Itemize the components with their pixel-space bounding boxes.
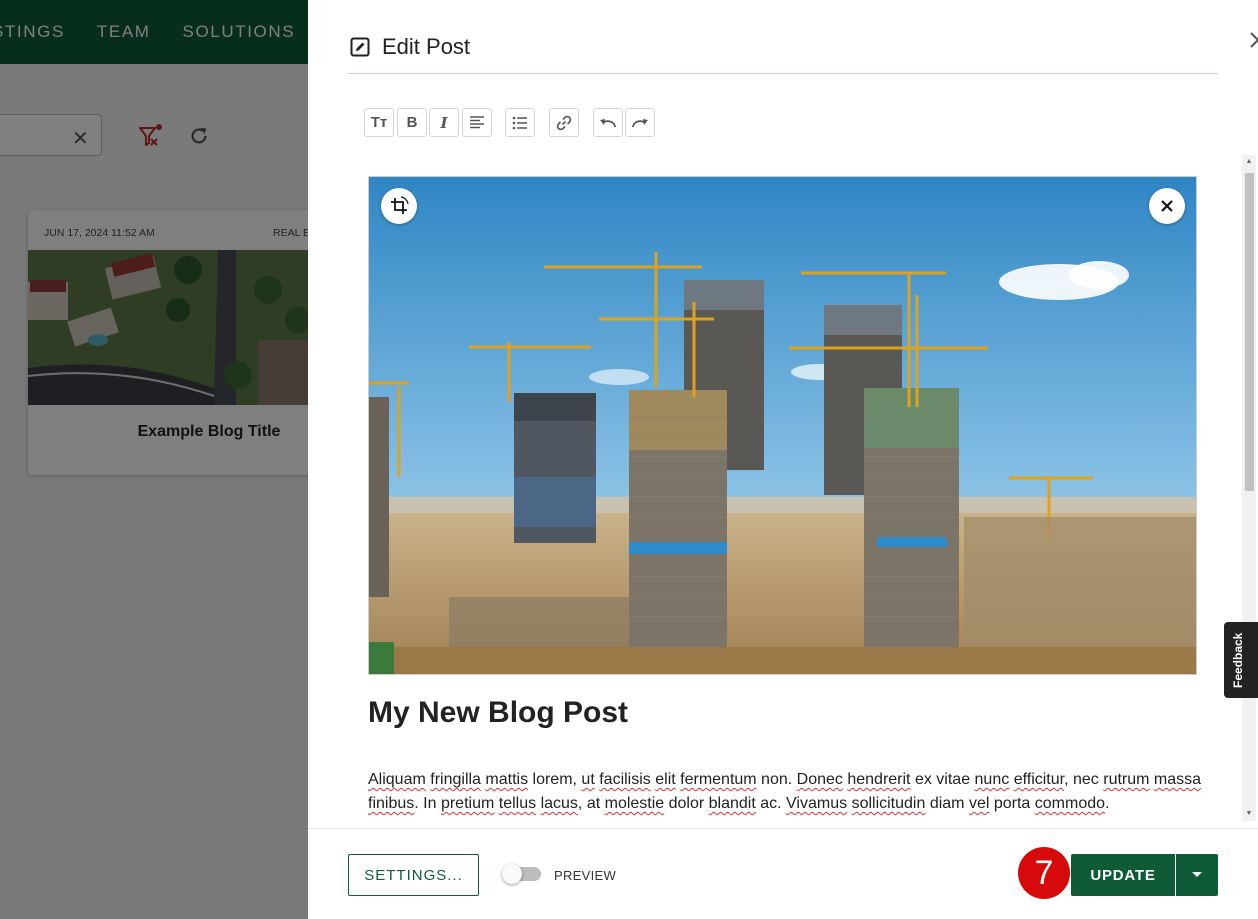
- body-text: non.: [756, 771, 797, 788]
- toggle-knob: [502, 864, 522, 884]
- cover-image: [368, 176, 1197, 675]
- close-icon[interactable]: [1248, 30, 1258, 50]
- misspelled-word: pretium: [440, 795, 495, 812]
- editor-scrollbar[interactable]: ▲ ▼: [1242, 155, 1256, 821]
- misspelled-word: elit: [655, 771, 676, 788]
- post-title[interactable]: My New Blog Post: [368, 696, 628, 730]
- body-text: .: [1105, 795, 1110, 812]
- construction-photo: [369, 177, 1196, 674]
- crop-image-button[interactable]: [381, 188, 417, 224]
- close-icon: [1161, 200, 1173, 212]
- scroll-thumb[interactable]: [1245, 173, 1254, 491]
- misspelled-word: lacus: [540, 795, 578, 812]
- edit-post-dialog: Edit Post Tт B I My New Blog Post Aliqua…: [308, 0, 1258, 919]
- italic-icon: I: [440, 113, 448, 132]
- misspelled-word: nunc: [974, 771, 1010, 788]
- misspelled-word: molestie: [604, 795, 665, 812]
- redo-icon: [632, 118, 648, 127]
- body-text: dolor: [664, 795, 709, 812]
- dialog-header: Edit Post: [348, 0, 1258, 74]
- undo-button[interactable]: [593, 108, 623, 137]
- bold-icon: B: [406, 114, 418, 131]
- preview-toggle[interactable]: [502, 864, 541, 884]
- modal-backdrop[interactable]: [0, 0, 308, 919]
- bulleted-list-icon: [512, 116, 527, 129]
- bulleted-list-button[interactable]: [505, 108, 535, 137]
- dialog-title: Edit Post: [382, 34, 471, 59]
- redo-button[interactable]: [625, 108, 655, 137]
- misspelled-word: fermentum: [680, 771, 757, 788]
- misspelled-word: commodo: [1034, 795, 1106, 812]
- text-size-button[interactable]: Tт: [364, 108, 394, 137]
- misspelled-word: fringilla: [430, 771, 481, 788]
- body-text: diam: [925, 795, 969, 812]
- body-text: ex vitae: [910, 771, 975, 788]
- body-text: ac.: [755, 795, 787, 812]
- misspelled-word: facilisis: [599, 771, 651, 788]
- body-text: , nec: [1064, 771, 1104, 788]
- misspelled-word: blandit: [708, 795, 756, 812]
- misspelled-word: Vivamus: [786, 795, 848, 812]
- preview-label: PREVIEW: [554, 868, 617, 883]
- body-text: . In: [414, 795, 441, 812]
- update-button[interactable]: UPDATE: [1071, 854, 1175, 896]
- edit-icon: [350, 37, 370, 57]
- misspelled-word: Donec: [796, 771, 843, 788]
- misspelled-word: hendrerit: [847, 771, 911, 788]
- post-editor[interactable]: My New Blog Post Aliquam fringilla matti…: [308, 155, 1258, 825]
- scroll-down-arrow-icon[interactable]: ▼: [1244, 809, 1254, 819]
- misspelled-word: mattis: [485, 771, 529, 788]
- post-body-text[interactable]: Aliquam fringilla mattis lorem, ut facil…: [368, 768, 1208, 816]
- misspelled-word: massa: [1153, 771, 1202, 788]
- align-button[interactable]: [462, 108, 492, 137]
- body-text: lorem,: [528, 771, 582, 788]
- feedback-label: Feedback: [1231, 632, 1245, 688]
- body-text: porta: [989, 795, 1035, 812]
- remove-image-button[interactable]: [1149, 188, 1185, 224]
- misspelled-word: vel: [968, 795, 990, 812]
- misspelled-word: finibus: [368, 795, 415, 812]
- settings-button[interactable]: SETTINGS...: [348, 854, 479, 896]
- undo-icon: [600, 118, 616, 127]
- align-left-icon: [470, 115, 484, 128]
- feedback-tab[interactable]: Feedback: [1224, 622, 1258, 698]
- italic-button[interactable]: I: [429, 108, 459, 137]
- misspelled-word: sollicitudin: [851, 795, 926, 812]
- link-button[interactable]: [549, 108, 579, 137]
- bold-button[interactable]: B: [397, 108, 427, 137]
- step-number-badge: 7: [1018, 847, 1070, 899]
- misspelled-word: Aliquam: [368, 771, 426, 788]
- misspelled-word: ut: [581, 771, 595, 788]
- link-icon: [556, 115, 572, 130]
- dialog-footer: SETTINGS... PREVIEW 7 UPDATE: [308, 828, 1258, 919]
- misspelled-word: tellus: [498, 795, 537, 812]
- misspelled-word: rutrum: [1103, 771, 1150, 788]
- body-text: , at: [577, 795, 605, 812]
- caret-down-icon: [1192, 872, 1202, 877]
- scroll-up-arrow-icon[interactable]: ▲: [1244, 157, 1254, 167]
- misspelled-word: efficitur: [1013, 771, 1065, 788]
- text-size-icon: Tт: [370, 114, 388, 131]
- update-options-dropdown[interactable]: [1176, 854, 1218, 896]
- crop-rotate-icon: [391, 196, 409, 214]
